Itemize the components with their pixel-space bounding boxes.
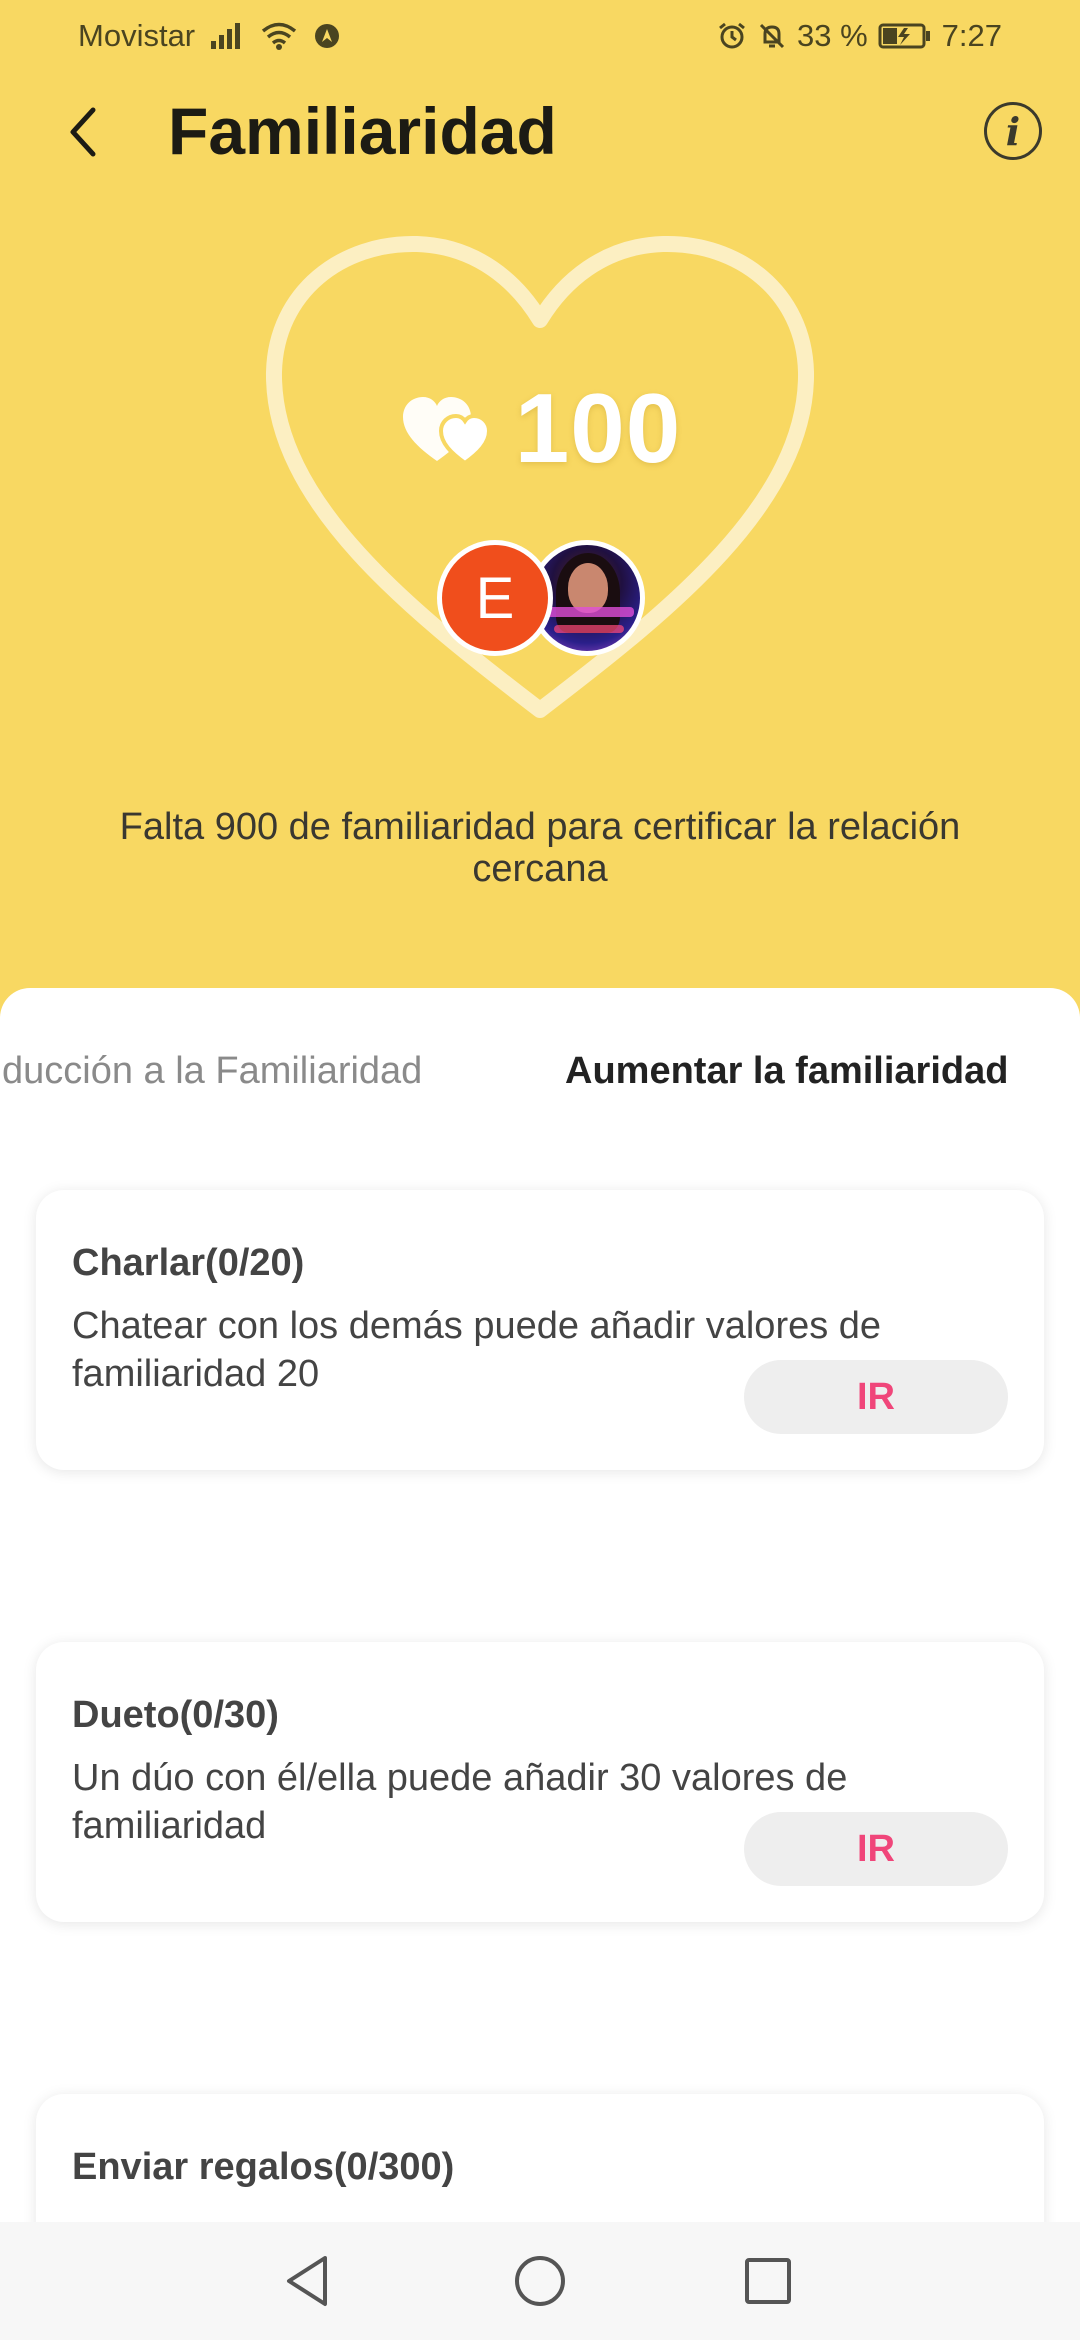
familiarity-heart: 100 E	[262, 232, 818, 732]
chevron-left-icon	[70, 107, 96, 157]
clock-time: 7:27	[941, 18, 1002, 53]
screen: Movistar 33 % 7:27 Familiaridad i 100 E …	[0, 0, 1080, 2340]
task-title: Charlar(0/20)	[72, 1242, 305, 1284]
go-button[interactable]: IR	[744, 1812, 1008, 1886]
square-recents-icon	[745, 2258, 791, 2304]
go-button[interactable]: IR	[744, 1360, 1008, 1434]
task-card-chat: Charlar(0/20) Chatear con los demás pued…	[36, 1190, 1044, 1470]
signal-icon	[211, 23, 245, 49]
circle-home-icon	[515, 2256, 565, 2306]
nav-home-button[interactable]	[480, 2222, 600, 2340]
carrier-name: Movistar	[78, 18, 196, 53]
navigation-icon	[313, 22, 341, 50]
tab-bar: ducción a la Familiaridad Aumentar la fa…	[0, 988, 1080, 1188]
header: Familiaridad i	[0, 72, 1080, 192]
nav-recents-button[interactable]	[708, 2222, 828, 2340]
status-left: Movistar	[78, 18, 341, 54]
status-right: 33 % 7:27	[717, 18, 1002, 54]
avatar-decoration	[554, 625, 624, 633]
nav-back-button[interactable]	[248, 2222, 368, 2340]
score-row: 100	[262, 372, 818, 485]
bottom-sheet: ducción a la Familiaridad Aumentar la fa…	[0, 988, 1080, 2288]
wifi-icon	[261, 22, 297, 50]
system-nav-bar	[0, 2222, 1080, 2340]
task-title: Enviar regalos(0/300)	[72, 2146, 455, 2188]
mute-bell-icon	[757, 21, 787, 51]
triangle-back-icon	[287, 2256, 327, 2306]
tab-increase-familiarity[interactable]: Aumentar la familiaridad	[565, 1050, 1008, 1093]
task-title: Dueto(0/30)	[72, 1694, 279, 1736]
info-icon: i	[1005, 108, 1021, 154]
avatar-decoration	[542, 607, 634, 617]
user-avatar[interactable]: E	[437, 540, 553, 656]
familiarity-score: 100	[514, 373, 682, 483]
battery-percent: 33 %	[796, 18, 868, 53]
info-button[interactable]: i	[984, 102, 1042, 160]
back-button[interactable]	[48, 97, 118, 167]
task-card-duet: Dueto(0/30) Un dúo con él/ella puede aña…	[36, 1642, 1044, 1922]
page-title: Familiaridad	[168, 94, 557, 168]
tab-introduction[interactable]: ducción a la Familiaridad	[2, 1050, 422, 1093]
user-avatar-initial: E	[475, 565, 515, 631]
battery-charging-icon	[878, 23, 932, 49]
avatar-face	[568, 563, 608, 613]
familiarity-hint: Falta 900 de familiaridad para certifica…	[119, 806, 961, 890]
alarm-icon	[717, 21, 747, 51]
status-bar: Movistar 33 % 7:27	[0, 0, 1080, 72]
double-heart-icon	[402, 396, 491, 465]
avatar-pair: E	[437, 540, 647, 660]
